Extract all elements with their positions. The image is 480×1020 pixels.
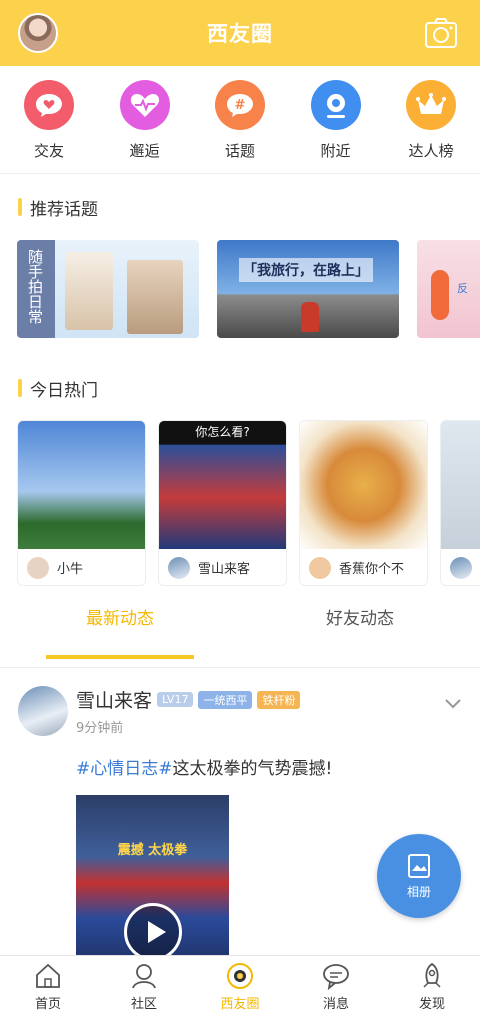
title-badge: 一统西平 <box>198 690 253 709</box>
title-bar <box>18 198 22 216</box>
fan-badge: 铁杆粉 <box>257 690 301 709</box>
hot-image <box>441 421 480 549</box>
hot-card[interactable]: 香蕉你个不 <box>299 420 428 586</box>
category-label: 交友 <box>33 142 64 160</box>
topic-card[interactable]: 随手拍日常 <box>17 240 199 338</box>
chevron-down-icon[interactable] <box>444 698 462 710</box>
bottom-nav: 首页 社区 西友圈 消息 发现 <box>0 955 480 1020</box>
video-caption: 你怎么看? <box>195 425 250 439</box>
post-text: #心情日志#这太极拳的气势震撼! <box>76 754 462 779</box>
topic-text: 「我旅行，在路上」 <box>239 258 373 282</box>
nav-community[interactable]: 社区 <box>96 956 192 1020</box>
location-icon <box>310 80 361 130</box>
hot-card[interactable]: 你怎么看? 雪山来客 <box>158 420 287 586</box>
crown-icon <box>406 80 456 130</box>
photo <box>127 260 183 334</box>
top-bar: 西友圈 <box>0 0 480 66</box>
recommend-title: 推荐话题 <box>0 174 480 240</box>
topic-text: 反 <box>457 282 468 295</box>
hot-card[interactable] <box>440 420 480 586</box>
tab-latest[interactable]: 最新动态 <box>0 604 240 667</box>
post-meta: 雪山来客 LV17 一统西平 铁杆粉 9分钟前 <box>76 686 301 736</box>
feed-tabs: 最新动态 好友动态 <box>0 586 480 668</box>
author-name[interactable]: 雪山来客 <box>76 686 152 713</box>
nav-discover[interactable]: 发现 <box>384 956 480 1020</box>
community-icon <box>132 964 156 989</box>
camera-icon[interactable] <box>424 17 458 49</box>
hot-image <box>300 421 427 549</box>
figure <box>431 270 449 320</box>
album-button[interactable]: 相册 <box>377 834 461 918</box>
topic-carousel: 随手拍日常 「我旅行，在路上」 反 <box>0 240 480 338</box>
username: 小牛 <box>57 562 84 577</box>
home-icon <box>36 963 60 988</box>
chat-heart-icon <box>24 80 74 130</box>
circle-icon <box>227 963 253 989</box>
nav-circle[interactable]: 西友圈 <box>192 956 288 1020</box>
album-icon <box>408 853 430 878</box>
section-label: 推荐话题 <box>30 199 98 220</box>
category-label: 话题 <box>224 142 255 160</box>
message-icon <box>323 964 349 990</box>
title-bar <box>18 379 22 397</box>
nav-label: 消息 <box>322 997 349 1012</box>
main-content: 交友 邂逅 # 话题 附近 达人榜 推荐话题 随手拍日常 「我旅行，在路上」 反… <box>0 66 480 966</box>
avatar <box>309 556 331 579</box>
post-time: 9分钟前 <box>76 721 124 736</box>
post-video[interactable]: 震撼 太极拳 <box>76 795 229 966</box>
tab-friends[interactable]: 好友动态 <box>240 604 480 667</box>
topic-card[interactable]: 反 <box>417 240 480 338</box>
avatar[interactable] <box>18 13 58 53</box>
hashtag-icon: # <box>215 80 265 130</box>
username: 香蕉你个不 <box>339 562 405 577</box>
hot-list: 小牛 你怎么看? 雪山来客 香蕉你个不 <box>0 420 480 586</box>
category-row: 交友 邂逅 # 话题 附近 达人榜 <box>0 66 480 174</box>
topic-card[interactable]: 「我旅行，在路上」 <box>217 240 399 338</box>
category-dating[interactable]: 交友 <box>18 80 80 173</box>
avatar[interactable] <box>18 686 68 736</box>
post-content: 这太极拳的气势震撼! <box>172 759 333 779</box>
nav-home[interactable]: 首页 <box>0 956 96 1020</box>
hot-image: 你怎么看? <box>159 421 286 549</box>
svg-text:#: # <box>235 98 246 113</box>
post-header: 雪山来客 LV17 一统西平 铁杆粉 9分钟前 <box>18 686 462 736</box>
hot-card[interactable]: 小牛 <box>17 420 146 586</box>
avatar <box>27 556 49 579</box>
traveler <box>301 302 319 332</box>
nav-label: 发现 <box>418 997 445 1012</box>
hot-image <box>18 421 145 549</box>
nav-label: 首页 <box>34 997 61 1012</box>
photo <box>65 252 113 330</box>
username: 雪山来客 <box>198 562 251 577</box>
album-label: 相册 <box>406 884 431 899</box>
post-card[interactable]: 雪山来客 LV17 一统西平 铁杆粉 9分钟前 #心情日志#这太极拳的气势震撼!… <box>0 668 480 966</box>
category-label: 附近 <box>320 142 351 160</box>
category-nearby[interactable]: 附近 <box>305 80 367 173</box>
category-ranking[interactable]: 达人榜 <box>400 80 462 173</box>
hot-user: 小牛 <box>18 549 145 585</box>
nav-label: 西友圈 <box>220 997 260 1012</box>
category-label: 邂逅 <box>129 142 160 160</box>
section-label: 今日热门 <box>30 380 98 401</box>
video-caption: 震撼 太极拳 <box>117 843 188 858</box>
nav-messages[interactable]: 消息 <box>288 956 384 1020</box>
category-label: 达人榜 <box>408 142 454 160</box>
hot-title: 今日热门 <box>0 356 480 420</box>
rocket-icon <box>423 962 441 988</box>
hashtag-link[interactable]: #心情日志# <box>76 759 173 779</box>
level-badge: LV17 <box>157 692 194 707</box>
topic-text: 随手拍日常 <box>17 240 55 338</box>
hot-user: 雪山来客 <box>159 549 286 585</box>
heartbeat-icon <box>119 80 170 130</box>
post-author: 雪山来客 LV17 一统西平 铁杆粉 <box>76 686 301 713</box>
hot-user <box>441 549 480 585</box>
play-icon[interactable] <box>124 903 182 961</box>
nav-label: 社区 <box>130 997 157 1012</box>
page-title: 西友圈 <box>207 22 273 46</box>
avatar <box>450 556 472 579</box>
avatar <box>168 556 190 579</box>
category-topic[interactable]: # 话题 <box>209 80 271 173</box>
hot-user: 香蕉你个不 <box>300 549 427 585</box>
category-encounter[interactable]: 邂逅 <box>114 80 176 173</box>
